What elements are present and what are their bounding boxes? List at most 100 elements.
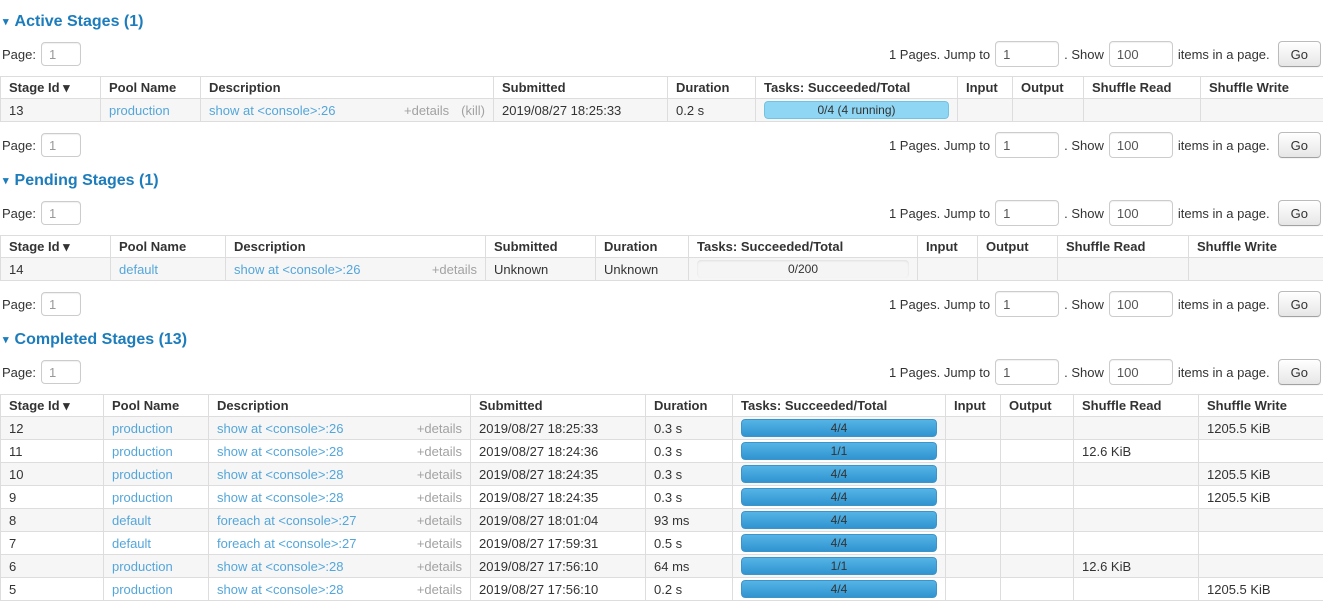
pool-name-link[interactable]: production — [112, 467, 173, 482]
column-header-pool-name[interactable]: Pool Name — [104, 395, 209, 417]
column-header-shuffle-write[interactable]: Shuffle Write — [1189, 236, 1323, 258]
description-link[interactable]: show at <console>:28 — [217, 559, 343, 574]
pending-stages-heading[interactable]: ▾ Pending Stages (1) — [3, 172, 1323, 190]
tasks-progress-bar: 1/1 — [741, 442, 937, 460]
description-link[interactable]: show at <console>:26 — [234, 262, 360, 277]
description-link[interactable]: foreach at <console>:27 — [217, 536, 357, 551]
details-toggle[interactable]: +details — [417, 536, 462, 551]
duration-cell: 0.3 s — [646, 486, 733, 509]
column-header-description[interactable]: Description — [201, 77, 494, 99]
jump-to-input[interactable] — [995, 41, 1059, 67]
description-link[interactable]: show at <console>:28 — [217, 444, 343, 459]
description-cell: show at <console>:28 +details — [209, 463, 471, 486]
go-button[interactable]: Go — [1278, 132, 1321, 158]
page-input[interactable] — [41, 360, 81, 384]
column-header-shuffle-read[interactable]: Shuffle Read — [1084, 77, 1201, 99]
column-header-description[interactable]: Description — [226, 236, 486, 258]
pool-name-link[interactable]: default — [112, 513, 151, 528]
description-link[interactable]: show at <console>:28 — [217, 582, 343, 597]
pool-name-cell: production — [104, 417, 209, 440]
table-row: 11productionshow at <console>:28+details… — [1, 440, 1323, 463]
details-toggle[interactable]: +details — [417, 421, 462, 436]
column-header-duration[interactable]: Duration — [668, 77, 756, 99]
details-toggle[interactable]: +details — [432, 262, 477, 277]
active-stages-heading[interactable]: ▾ Active Stages (1) — [3, 13, 1323, 31]
completed-stages-heading[interactable]: ▾ Completed Stages (13) — [3, 331, 1323, 349]
show-label: . Show — [1064, 297, 1104, 312]
details-toggle[interactable]: +details — [417, 490, 462, 505]
column-header-submitted[interactable]: Submitted — [494, 77, 668, 99]
column-header-output[interactable]: Output — [1001, 395, 1074, 417]
column-header-output[interactable]: Output — [1013, 77, 1084, 99]
page-input[interactable] — [41, 133, 81, 157]
column-header-stage-id[interactable]: Stage Id ▾ — [1, 395, 104, 417]
page-input[interactable] — [41, 201, 81, 225]
description-wrap: foreach at <console>:27 +details — [217, 513, 462, 528]
column-header-pool-name[interactable]: Pool Name — [101, 77, 201, 99]
details-toggle[interactable]: +details — [417, 513, 462, 528]
jump-to-input[interactable] — [995, 359, 1059, 385]
go-button[interactable]: Go — [1278, 41, 1321, 67]
table-row: 8defaultforeach at <console>:27+details2… — [1, 509, 1323, 532]
column-header-pool-name[interactable]: Pool Name — [111, 236, 226, 258]
kill-link[interactable]: (kill) — [461, 103, 485, 118]
show-count-input[interactable] — [1109, 359, 1173, 385]
tasks-progress-bar: 4/4 — [741, 511, 937, 529]
show-count-input[interactable] — [1109, 41, 1173, 67]
go-button[interactable]: Go — [1278, 359, 1321, 385]
column-header-tasks-succeeded-total[interactable]: Tasks: Succeeded/Total — [689, 236, 918, 258]
column-header-input[interactable]: Input — [958, 77, 1013, 99]
column-header-duration[interactable]: Duration — [646, 395, 733, 417]
column-header-output[interactable]: Output — [978, 236, 1058, 258]
items-per-page-label: items in a page. — [1178, 365, 1270, 380]
pool-name-link[interactable]: production — [112, 559, 173, 574]
pool-name-link[interactable]: production — [112, 582, 173, 597]
details-toggle[interactable]: +details — [417, 444, 462, 459]
show-count-input[interactable] — [1109, 132, 1173, 158]
column-header-tasks-succeeded-total[interactable]: Tasks: Succeeded/Total — [733, 395, 946, 417]
jump-to-input[interactable] — [995, 200, 1059, 226]
pool-name-link[interactable]: production — [112, 490, 173, 505]
details-toggle[interactable]: +details — [417, 559, 462, 574]
page-input[interactable] — [41, 292, 81, 316]
pool-name-link[interactable]: production — [109, 103, 170, 118]
description-link[interactable]: show at <console>:26 — [217, 421, 343, 436]
column-header-shuffle-read[interactable]: Shuffle Read — [1058, 236, 1189, 258]
pool-name-link[interactable]: production — [112, 421, 173, 436]
pool-name-link[interactable]: production — [112, 444, 173, 459]
column-header-submitted[interactable]: Submitted — [486, 236, 596, 258]
description-cell: show at <console>:26 +details (kill) — [201, 99, 494, 122]
column-header-submitted[interactable]: Submitted — [471, 395, 646, 417]
jump-to-input[interactable] — [995, 132, 1059, 158]
page-input[interactable] — [41, 42, 81, 66]
stage-id-cell: 7 — [1, 532, 104, 555]
go-button[interactable]: Go — [1278, 200, 1321, 226]
show-count-input[interactable] — [1109, 200, 1173, 226]
description-link[interactable]: show at <console>:26 — [209, 103, 335, 118]
column-header-input[interactable]: Input — [918, 236, 978, 258]
column-header-input[interactable]: Input — [946, 395, 1001, 417]
column-header-description[interactable]: Description — [209, 395, 471, 417]
column-header-shuffle-write[interactable]: Shuffle Write — [1199, 395, 1323, 417]
pool-name-link[interactable]: default — [119, 262, 158, 277]
pool-name-link[interactable]: default — [112, 536, 151, 551]
details-toggle[interactable]: +details — [404, 103, 449, 118]
show-count-input[interactable] — [1109, 291, 1173, 317]
description-link[interactable]: show at <console>:28 — [217, 467, 343, 482]
output-cell — [1001, 440, 1074, 463]
column-header-stage-id[interactable]: Stage Id ▾ — [1, 236, 111, 258]
details-toggle[interactable]: +details — [417, 467, 462, 482]
column-header-tasks-succeeded-total[interactable]: Tasks: Succeeded/Total — [756, 77, 958, 99]
description-link[interactable]: show at <console>:28 — [217, 490, 343, 505]
items-per-page-label: items in a page. — [1178, 297, 1270, 312]
details-toggle[interactable]: +details — [417, 582, 462, 597]
column-header-shuffle-write[interactable]: Shuffle Write — [1201, 77, 1323, 99]
table-header-row: Stage Id ▾Pool NameDescriptionSubmittedD… — [1, 395, 1323, 417]
items-per-page-label: items in a page. — [1178, 138, 1270, 153]
column-header-duration[interactable]: Duration — [596, 236, 689, 258]
go-button[interactable]: Go — [1278, 291, 1321, 317]
column-header-stage-id[interactable]: Stage Id ▾ — [1, 77, 101, 99]
column-header-shuffle-read[interactable]: Shuffle Read — [1074, 395, 1199, 417]
description-link[interactable]: foreach at <console>:27 — [217, 513, 357, 528]
jump-to-input[interactable] — [995, 291, 1059, 317]
